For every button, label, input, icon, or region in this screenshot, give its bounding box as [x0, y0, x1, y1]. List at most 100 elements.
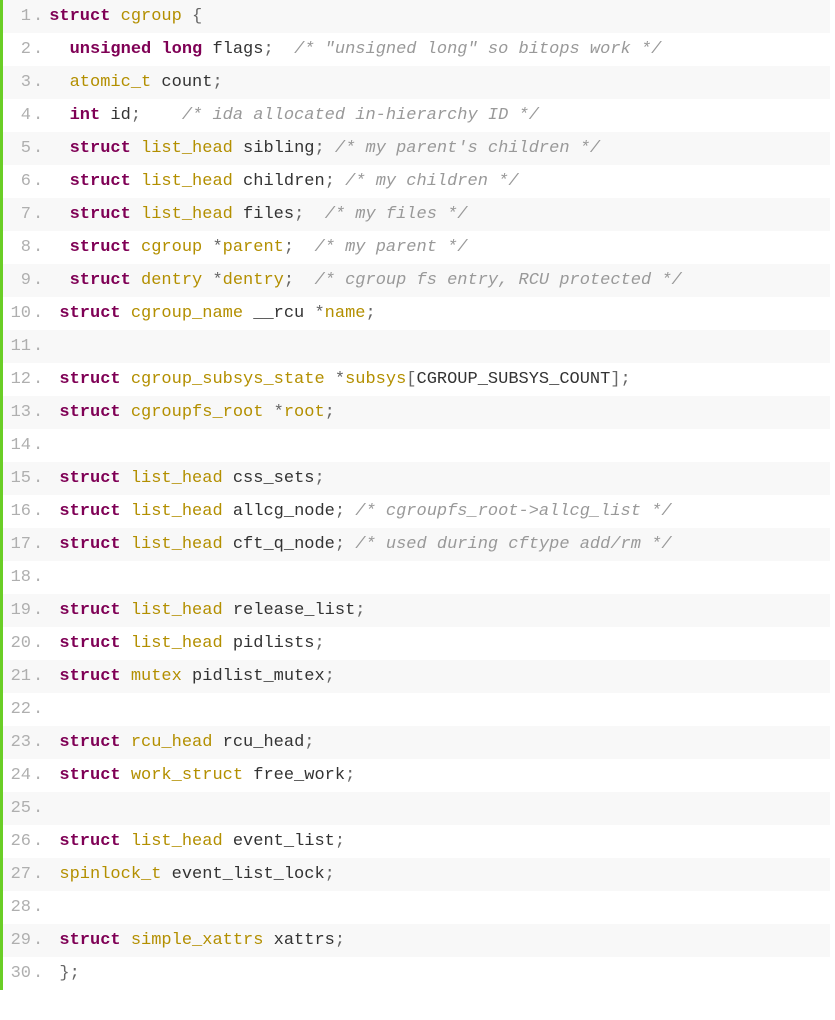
token-plain: flags: [202, 40, 263, 59]
line-number-dot: .: [33, 165, 49, 198]
line-number-dot: .: [33, 462, 49, 495]
line-number: 22: [3, 693, 33, 726]
token-plain: [121, 931, 131, 950]
token-plain: [325, 370, 335, 389]
line-number: 24: [3, 759, 33, 792]
line-number-dot: .: [33, 693, 49, 726]
token-pun: ;: [335, 931, 345, 950]
token-tname: work_struct: [131, 766, 243, 785]
token-plain: [49, 238, 69, 257]
token-kw: struct: [70, 139, 131, 158]
token-plain: [121, 766, 131, 785]
line-number-dot: .: [33, 825, 49, 858]
code-line: 22.: [3, 693, 830, 726]
token-cmt: /* my parent */: [314, 238, 467, 257]
line-number: 9: [3, 264, 33, 297]
token-plain: [121, 370, 131, 389]
token-pun: ;: [314, 469, 324, 488]
token-pun: ;: [294, 205, 304, 224]
code-line: 5. struct list_head sibling; /* my paren…: [3, 132, 830, 165]
token-kw: struct: [70, 205, 131, 224]
code-content: struct dentry *dentry; /* cgroup fs entr…: [49, 264, 682, 297]
token-plain: sibling: [233, 139, 315, 158]
token-plain: files: [233, 205, 294, 224]
token-plain: CGROUP_SUBSYS_COUNT: [417, 370, 611, 389]
token-kw: struct: [59, 304, 120, 323]
token-tname: list_head: [131, 469, 223, 488]
code-block: 1.struct cgroup {2. unsigned long flags;…: [0, 0, 830, 990]
token-plain: [49, 172, 69, 191]
token-plain: [294, 238, 314, 257]
token-pun: ;: [325, 172, 335, 191]
code-content: [49, 693, 59, 726]
token-tname: cgroup_subsys_state: [131, 370, 325, 389]
line-number: 27: [3, 858, 33, 891]
token-plain: [49, 700, 59, 719]
token-plain: [49, 733, 59, 752]
token-kw: struct: [59, 766, 120, 785]
token-plain: [49, 766, 59, 785]
line-number-dot: .: [33, 132, 49, 165]
token-kw: struct: [59, 634, 120, 653]
token-pun: ;: [304, 733, 314, 752]
line-number: 17: [3, 528, 33, 561]
token-plain: [182, 7, 192, 26]
code-content: unsigned long flags; /* "unsigned long" …: [49, 33, 661, 66]
token-plain: [294, 271, 314, 290]
line-number-dot: .: [33, 891, 49, 924]
line-number: 30: [3, 957, 33, 990]
token-plain: [121, 832, 131, 851]
line-number-dot: .: [33, 594, 49, 627]
token-tname: parent: [223, 238, 284, 257]
code-line: 3. atomic_t count;: [3, 66, 830, 99]
token-plain: [304, 205, 324, 224]
code-content: struct list_head event_list;: [49, 825, 345, 858]
token-plain: event_list_lock: [161, 865, 324, 884]
token-plain: css_sets: [223, 469, 315, 488]
line-number-dot: .: [33, 33, 49, 66]
line-number: 19: [3, 594, 33, 627]
token-pun: *: [335, 370, 345, 389]
token-tname: dentry: [141, 271, 202, 290]
line-number-dot: .: [33, 957, 49, 990]
token-plain: [121, 634, 131, 653]
token-kw: struct: [59, 733, 120, 752]
token-cmt: /* my parent's children */: [335, 139, 600, 158]
token-plain: [49, 436, 59, 455]
token-plain: xattrs: [263, 931, 334, 950]
token-plain: [49, 73, 69, 92]
code-line: 16. struct list_head allcg_node; /* cgro…: [3, 495, 830, 528]
line-number-dot: .: [33, 528, 49, 561]
code-line: 10. struct cgroup_name __rcu *name;: [3, 297, 830, 330]
code-line: 29. struct simple_xattrs xattrs;: [3, 924, 830, 957]
token-plain: [335, 172, 345, 191]
token-tname: subsys: [345, 370, 406, 389]
token-pun: ;: [325, 403, 335, 422]
token-plain: [49, 832, 59, 851]
token-plain: [49, 667, 59, 686]
token-plain: [121, 502, 131, 521]
token-plain: [202, 238, 212, 257]
token-kw: struct: [70, 271, 131, 290]
line-number: 28: [3, 891, 33, 924]
token-kw: struct: [59, 601, 120, 620]
token-pun: *: [314, 304, 324, 323]
token-kw: struct: [59, 403, 120, 422]
code-content: atomic_t count;: [49, 66, 222, 99]
code-line: 2. unsigned long flags; /* "unsigned lon…: [3, 33, 830, 66]
token-plain: [110, 7, 120, 26]
token-pun: ;: [131, 106, 141, 125]
token-kw: unsigned: [70, 40, 152, 59]
code-line: 11.: [3, 330, 830, 363]
code-content: struct list_head cft_q_node; /* used dur…: [49, 528, 671, 561]
code-content: struct list_head children; /* my childre…: [49, 165, 518, 198]
code-line: 27. spinlock_t event_list_lock;: [3, 858, 830, 891]
code-content: };: [49, 957, 80, 990]
code-content: struct cgroup *parent; /* my parent */: [49, 231, 467, 264]
line-number-dot: .: [33, 231, 49, 264]
token-tname: list_head: [131, 502, 223, 521]
line-number: 21: [3, 660, 33, 693]
token-tname: cgroup_name: [131, 304, 243, 323]
code-content: spinlock_t event_list_lock;: [49, 858, 335, 891]
token-plain: allcg_node: [223, 502, 335, 521]
